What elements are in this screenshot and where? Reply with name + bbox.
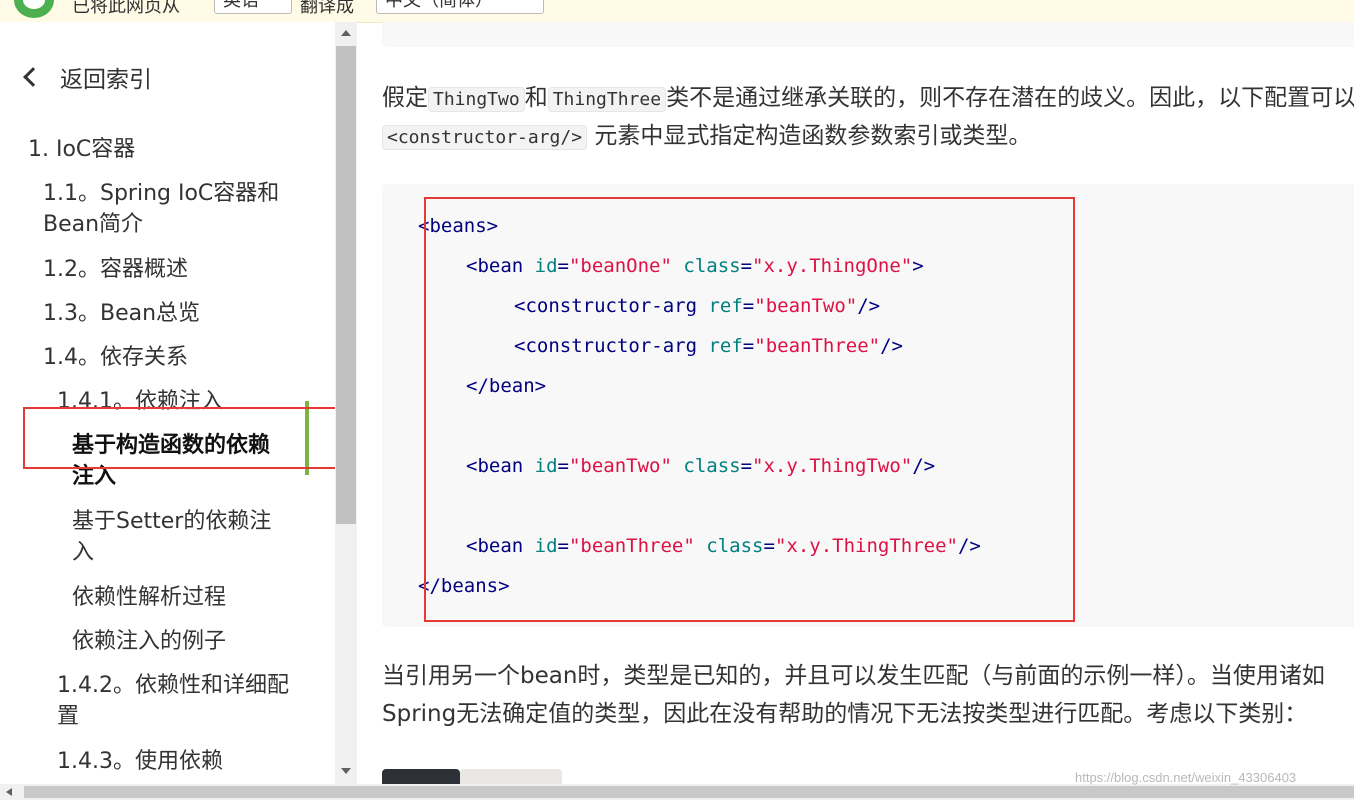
- toc-item-constructor-di[interactable]: 基于构造函数的依赖: [72, 430, 335, 461]
- toc-item-1-4-1[interactable]: 1.4.1。依赖注入: [57, 386, 335, 417]
- toc-item-di-examples[interactable]: 依赖注入的例子: [72, 626, 335, 657]
- scroll-up-arrow-icon[interactable]: [341, 30, 351, 36]
- code-line-2: <bean id="beanOne" class="x.y.ThingOne">: [466, 255, 924, 277]
- toc-item-constructor-di-cont[interactable]: 注入: [72, 461, 335, 492]
- inline-code-thingthree: ThingThree: [547, 87, 667, 112]
- previous-code-block: [382, 22, 1354, 47]
- translate-bar-text: 已将此网页从: [72, 0, 180, 17]
- toc-item-1-4-2-cont[interactable]: 置: [57, 701, 335, 732]
- paragraph-1-line-2: <constructor-arg/> 元素中显式指定构造函数参数索引或类型。: [382, 117, 1354, 157]
- code-line-7: <bean id="beanThree" class="x.y.ThingThr…: [466, 535, 981, 557]
- toc-item-setter-di-cont[interactable]: 入: [72, 537, 335, 568]
- inline-code-constructor-arg: <constructor-arg/>: [382, 125, 588, 150]
- code-line-5: </bean>: [466, 375, 547, 397]
- paragraph-1: 假定 ThingTwo 和 ThingThree 类不是通过继承关联的，则不存在潜在的歧…: [382, 79, 1354, 119]
- para1-text-b: 和: [524, 85, 548, 111]
- translate-bar: 已将此网页从 英语 翻译成 中文（简体）: [0, 0, 1354, 23]
- toc-item-1-1-cont[interactable]: Bean简介: [43, 209, 335, 240]
- target-language-select[interactable]: 中文（简体）: [376, 0, 544, 14]
- sidebar-scrollbar[interactable]: [335, 22, 357, 784]
- toc-item-1-4-2[interactable]: 1.4.2。依赖性和详细配: [57, 670, 335, 701]
- code-line-3: <constructor-arg ref="beanTwo"/>: [514, 295, 881, 317]
- toc-item-1-3[interactable]: 1.3。Bean总览: [43, 298, 335, 329]
- sidebar-toc: 返回索引 1. IoC容器 1.1。Spring IoC容器和 Bean简介 1…: [0, 22, 335, 784]
- active-item-indicator: [305, 401, 309, 475]
- code-line-6: <bean id="beanTwo" class="x.y.ThingTwo"/…: [466, 455, 936, 477]
- main-content: 假定 ThingTwo 和 ThingThree 类不是通过继承关联的，则不存在潜在的歧…: [357, 22, 1354, 784]
- scroll-left-arrow-icon[interactable]: [6, 788, 12, 796]
- scrollbar-thumb[interactable]: [336, 46, 356, 524]
- toc-item-dependency-resolution[interactable]: 依赖性解析过程: [72, 582, 335, 613]
- source-language-select[interactable]: 英语: [214, 0, 292, 14]
- inline-code-thingtwo: ThingTwo: [428, 87, 525, 112]
- translate-logo-icon: [14, 0, 54, 18]
- para1-text-a: 假定: [382, 85, 428, 111]
- toc-item-1-2[interactable]: 1.2。容器概述: [43, 254, 335, 285]
- code-tab-java[interactable]: [382, 769, 460, 784]
- horizontal-scrollbar-thumb[interactable]: [24, 786, 1354, 798]
- paragraph-2-line-2: Spring无法确定值的类型，因此在没有帮助的情况下无法按类型进行匹配。考虑以下…: [382, 701, 1308, 727]
- back-to-index-link[interactable]: 返回索引: [22, 60, 152, 94]
- code-line-8: </beans>: [418, 575, 510, 597]
- code-line-4: <constructor-arg ref="beanThree"/>: [514, 335, 903, 357]
- para1-text-c: 类不是通过继承关联的，则不存在潜在的歧义。因此，以下配置可以正常工作，并且您无需…: [666, 85, 1354, 111]
- paragraph-2: 当引用另一个bean时，类型是已知的，并且可以发生匹配（与前面的示例一样）。当使…: [382, 663, 1325, 689]
- scroll-down-arrow-icon[interactable]: [341, 768, 351, 774]
- code-line-1: <beans>: [418, 215, 499, 237]
- toc-item-1-4[interactable]: 1.4。依存关系: [43, 342, 335, 373]
- chevron-left-icon: [23, 67, 43, 87]
- back-to-index-label: 返回索引: [60, 67, 152, 93]
- translate-bar-text-2: 翻译成: [300, 0, 354, 17]
- toc-item-ioc-container[interactable]: 1. IoC容器: [28, 134, 335, 165]
- toc-item-1-4-3[interactable]: 1.4.3。使用依赖: [57, 746, 335, 777]
- code-block: <beans> <bean id="beanOne" class="x.y.Th…: [382, 184, 1354, 627]
- code-tab-kotlin[interactable]: [460, 769, 562, 784]
- toc-item-1-1[interactable]: 1.1。Spring IoC容器和: [43, 178, 335, 209]
- toc-item-setter-di[interactable]: 基于Setter的依赖注: [72, 506, 335, 537]
- para1-text-d: 元素中显式指定构造函数参数索引或类型。: [594, 123, 1032, 149]
- watermark-text: https://blog.csdn.net/weixin_43306403: [1075, 770, 1297, 785]
- horizontal-scrollbar[interactable]: [0, 784, 1354, 800]
